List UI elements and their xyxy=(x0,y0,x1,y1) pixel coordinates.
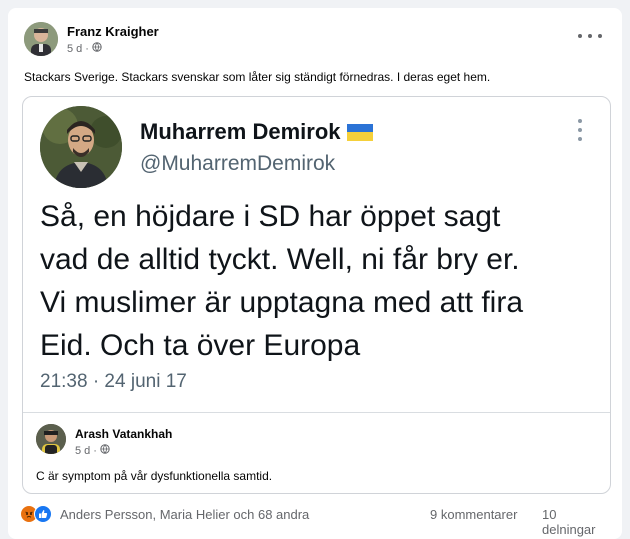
tweet-text: Så, en höjdare i SD har öppet sagt vad d… xyxy=(40,195,600,367)
dot-icon xyxy=(598,34,602,38)
tweet-author-name-text: Muharrem Demirok xyxy=(140,119,341,144)
more-options-button[interactable] xyxy=(578,29,602,43)
post-card: Franz Kraigher 5 d · Stackars Sverige. S… xyxy=(8,8,622,539)
meta-separator: · xyxy=(85,42,89,55)
ukraine-flag-icon xyxy=(346,123,373,141)
like-reaction-icon xyxy=(34,505,52,523)
dot-icon xyxy=(588,34,592,38)
comment-divider xyxy=(23,412,610,413)
reaction-icons[interactable] xyxy=(20,505,56,523)
post-time[interactable]: 5 d xyxy=(67,43,82,55)
post-footer: Anders Persson, Maria Helier och 68 andr… xyxy=(20,503,612,537)
comments-count-link[interactable]: 9 kommentarer xyxy=(430,507,517,522)
globe-icon xyxy=(100,444,110,457)
tweet-line: vad de alltid tyckt. Well, ni får bry er… xyxy=(40,243,520,276)
post-text: Stackars Sverige. Stackars svenskar som … xyxy=(24,70,491,84)
tweet-line: Så, en höjdare i SD har öppet sagt xyxy=(40,200,501,233)
comment-time[interactable]: 5 d xyxy=(75,445,90,457)
comment-author-name[interactable]: Arash Vatankhah xyxy=(75,427,172,441)
tweet-line: Vi muslimer är upptagna med att fira xyxy=(40,286,524,319)
globe-icon xyxy=(92,42,102,55)
tweet-more-options-button[interactable] xyxy=(573,119,587,141)
reaction-names-link[interactable]: Anders Persson, Maria Helier och 68 andr… xyxy=(60,507,309,522)
tweet-embed[interactable]: Muharrem Demirok @MuharremDemirok Så, en… xyxy=(22,96,611,494)
author-name[interactable]: Franz Kraigher xyxy=(67,24,159,39)
tweet-author-name[interactable]: Muharrem Demirok xyxy=(140,119,373,145)
tweet-line: Eid. Och ta över Europa xyxy=(40,329,361,362)
tweet-author-avatar[interactable] xyxy=(40,106,122,188)
comment-author-avatar[interactable] xyxy=(36,424,66,454)
comment-text: C är symptom på vår dysfunktionella samt… xyxy=(36,469,273,483)
post-meta: 5 d · xyxy=(67,42,102,55)
author-avatar[interactable] xyxy=(24,22,58,56)
dot-icon xyxy=(578,137,582,141)
shares-count-link[interactable]: 10 delningar xyxy=(542,507,612,537)
dot-icon xyxy=(578,128,582,132)
tweet-timestamp[interactable]: 21:38 · 24 juni 17 xyxy=(40,371,187,393)
dot-icon xyxy=(578,34,582,38)
dot-icon xyxy=(578,119,582,123)
tweet-author-handle[interactable]: @MuharremDemirok xyxy=(140,152,335,176)
meta-separator: · xyxy=(93,444,97,457)
comment-meta: 5 d · xyxy=(75,444,110,457)
